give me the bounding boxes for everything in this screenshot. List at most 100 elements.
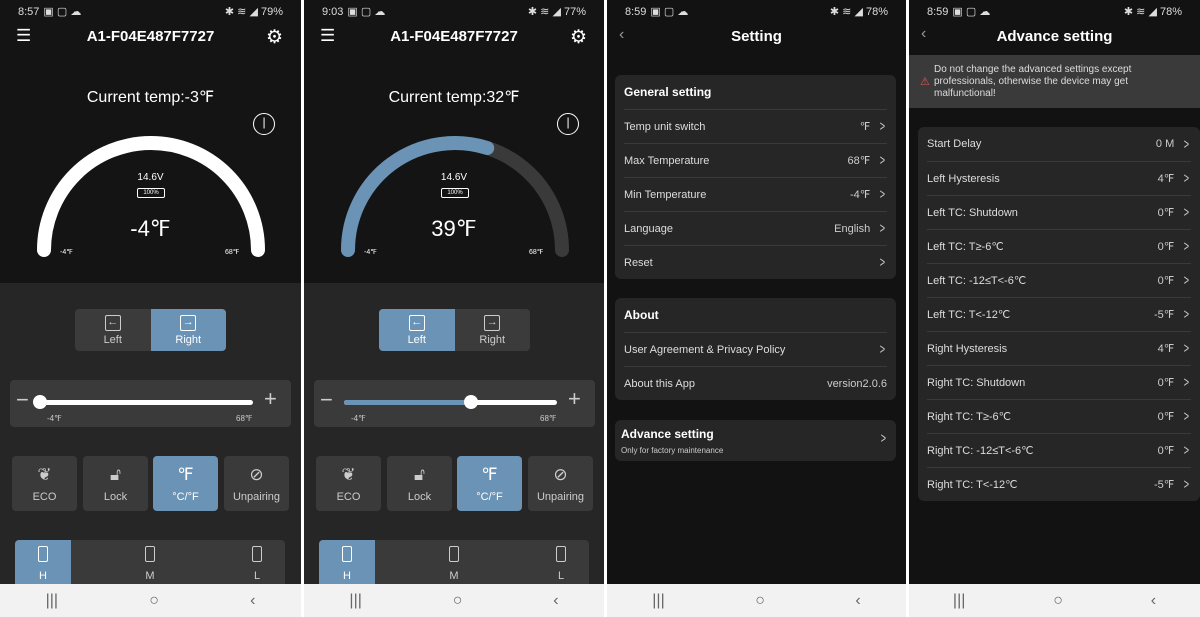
setting-value: 0℉ [1157,275,1175,287]
recents-icon[interactable]: ||| [349,592,361,610]
advance-subtitle: Only for factory maintenance [621,446,724,455]
chevron-right-icon: > [1183,476,1190,493]
chevron-right-icon: > [1183,272,1190,289]
mode-label: M [145,570,155,582]
recents-icon[interactable]: ||| [953,592,965,610]
zone-right-button[interactable]: → Right [150,309,226,351]
advance-setting-item[interactable]: Advance setting Only for factory mainten… [615,420,896,461]
back-icon[interactable]: ‹ [855,592,860,610]
home-icon[interactable]: ○ [1053,592,1063,610]
status-battery: 78% [1159,5,1182,18]
setting-row[interactable]: Right TC: Shutdown 0℉ > [927,365,1191,399]
temp-slider-card: − + -4℉ 68℉ [10,380,291,427]
zone-left-button[interactable]: ← Left [75,309,151,351]
mode-l-button[interactable]: L [533,540,589,590]
power-mode-selector: H M L [15,540,285,590]
mode-label: M [449,570,459,582]
unpairing-button[interactable]: ⊘ Unpairing [224,456,289,511]
setting-row[interactable]: Left TC: T<-12℃ -5℉ > [927,297,1191,331]
setting-value: 0℉ [1157,241,1175,253]
leaf-icon: ❦ [37,464,52,484]
setting-label: User Agreement & Privacy Policy [624,343,786,356]
plus-button[interactable]: + [568,386,581,412]
lock-button[interactable]: 🔓︎ Lock [83,456,148,511]
mode-l-button[interactable]: L [229,540,285,590]
setting-row[interactable]: User Agreement & Privacy Policy > [624,332,887,366]
slider-thumb[interactable] [464,395,479,409]
button-label: Unpairing [536,490,585,503]
setting-row[interactable]: Start Delay 0 M > [927,127,1191,161]
chevron-right-icon: > [1183,340,1190,357]
battery-indicator: 100% [137,188,165,198]
setting-label: Language [624,222,673,235]
warning-icon: ⚠ [920,76,930,88]
eco-button[interactable]: ❦ ECO [316,456,381,511]
setting-row[interactable]: Left TC: Shutdown 0℉ > [927,195,1191,229]
setting-row[interactable]: About this App version2.0.6 [624,366,887,400]
setting-row[interactable]: Left Hysteresis 4℉ > [927,161,1191,195]
home-icon[interactable]: ○ [453,592,463,610]
battery-medium-icon [449,546,459,562]
chevron-right-icon: > [879,220,886,237]
setting-value: ℉ [859,121,871,133]
setting-value: 0 M [1155,138,1175,150]
zone-left-label: Left [103,333,122,346]
mode-h-button[interactable]: H [319,540,375,590]
back-icon[interactable]: ‹ [1151,592,1156,610]
plus-button[interactable]: + [264,386,277,412]
back-icon[interactable]: ‹ [250,592,255,610]
gauge-max-label: 68℉ [225,249,240,256]
back-icon[interactable]: ‹ [553,592,558,610]
gauge-max-label: 68℉ [529,249,544,256]
gauge-min-label: -4℉ [364,249,377,256]
battery-high-icon [342,546,352,562]
mode-m-button[interactable]: M [426,540,482,590]
lock-button[interactable]: 🔓︎ Lock [387,456,452,511]
setting-label: Left TC: -12≤T<-6℃ [927,275,1027,287]
slider-max-label: 68℉ [540,414,557,423]
chevron-right-icon: > [880,430,887,447]
setting-row[interactable]: Right TC: T<-12℃ -5℉ > [927,467,1191,501]
setting-row[interactable]: Left TC: T≥-6℃ 0℉ > [927,229,1191,263]
setting-row[interactable]: Language English > [624,211,887,245]
temp-slider-card: − + -4℉ 68℉ [314,380,595,427]
home-icon[interactable]: ○ [149,592,159,610]
recents-icon[interactable]: ||| [46,592,58,610]
setting-row[interactable]: Right Hysteresis 4℉ > [927,331,1191,365]
android-nav-bar: ||| ○ ‹ [304,584,604,617]
button-label: ECO [336,490,361,503]
setting-value: 0℉ [1157,207,1175,219]
mode-label: H [343,570,351,582]
setting-row[interactable]: Left TC: -12≤T<-6℃ 0℉ > [927,263,1191,297]
slider-thumb[interactable] [33,395,47,409]
minus-button[interactable]: − [320,387,333,413]
button-label: Lock [103,490,128,503]
chevron-right-icon: > [1183,408,1190,425]
status-time: 8:59 [625,5,647,18]
setting-row[interactable]: Temp unit switch ℉ > [624,109,887,143]
setting-row[interactable]: Min Temperature -4℉ > [624,177,887,211]
slider-track[interactable] [40,400,253,405]
unit-button[interactable]: ℉ °C/°F [153,456,218,511]
setting-row[interactable]: Right TC: -12≤T<-6℃ 0℉ > [927,433,1191,467]
slider-max-label: 68℉ [236,414,253,423]
unpairing-button[interactable]: ⊘ Unpairing [528,456,593,511]
mode-h-button[interactable]: H [15,540,71,590]
eco-button[interactable]: ❦ ECO [12,456,77,511]
unit-button[interactable]: ℉ °C/°F [457,456,522,511]
zone-right-button[interactable]: → Right [455,309,531,351]
mode-m-button[interactable]: M [122,540,178,590]
setting-row[interactable]: Max Temperature 68℉ > [624,143,887,177]
power-mode-selector: H M L [319,540,589,590]
recents-icon[interactable]: ||| [652,592,664,610]
chevron-right-icon: > [1183,306,1190,323]
minus-button[interactable]: − [16,387,29,413]
zone-left-button[interactable]: ← Left [379,309,455,351]
setting-row[interactable]: Right TC: T≥-6℃ 0℉ > [927,399,1191,433]
chevron-right-icon: > [1183,170,1190,187]
fahrenheit-icon: ℉ [481,464,498,484]
setting-row[interactable]: Reset > [624,245,887,279]
home-icon[interactable]: ○ [755,592,765,610]
advance-title: Advance setting [621,427,714,441]
advance-setting-screen: 8:59 ▣ ▢ ☁ ✱ ≋ ◢ 78% ‹ Advance setting ⚠ D… [909,0,1200,617]
